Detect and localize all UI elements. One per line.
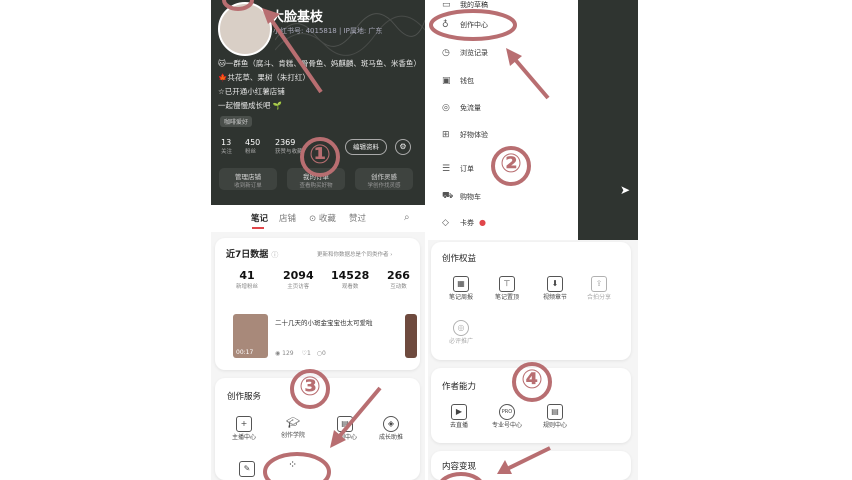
profile-tag: 咖啡爱好	[220, 116, 253, 127]
ability-pro-center[interactable]: PRO 专业号中心	[489, 404, 525, 429]
stat-followers[interactable]: 450 粉丝	[245, 138, 260, 155]
tab-notes[interactable]: 笔记	[251, 212, 268, 224]
lock-icon: ⊙	[309, 214, 317, 224]
rights-title: 创作权益	[442, 254, 477, 264]
gear-icon[interactable]: ⚙	[395, 139, 411, 155]
menu-goods-trial[interactable]: ⊞ 好物体验	[442, 130, 488, 146]
live-camera-icon: ▶	[451, 404, 467, 420]
profile-tabs: 笔记 店铺 ⊙ 收藏 赞过 ⌕	[211, 205, 425, 231]
ability-live[interactable]: ▶ 去直播	[441, 404, 477, 429]
search-icon[interactable]: ⌕	[404, 212, 410, 223]
profile-panel: 大脸基枝 小红书号: 4015818 | IP属地: 广东 🐱一群鱼（腐斗、肯糕…	[211, 0, 425, 205]
metric-visitors[interactable]: 2094 主页访客	[283, 269, 314, 290]
data7-title: 近7日数据 ⓘ	[226, 250, 279, 260]
menu-orders[interactable]: ☰ 订单	[442, 164, 474, 180]
more-apps-icon[interactable]: ⁘	[288, 458, 297, 471]
flow-icon: ◎	[442, 103, 450, 113]
profile-name: 大脸基枝	[271, 10, 324, 25]
bio-line: ☆已开通小红薯店铺	[218, 87, 285, 96]
tab-shop[interactable]: 店铺	[279, 212, 296, 224]
stat-likes[interactable]: 2369 获赞与收藏	[275, 138, 303, 155]
manage-shop-button[interactable]: 管理店铺 收到新订单	[219, 168, 277, 190]
clock-icon: ◷	[442, 48, 450, 58]
service-rules[interactable]: ▤ 规则中心	[327, 416, 363, 441]
ability-title: 作者能力	[442, 382, 477, 392]
coupon-icon: ◇	[442, 218, 449, 228]
right-collab-share[interactable]: ⇪ 合拍分享	[581, 276, 617, 301]
my-orders-button[interactable]: 我的订单 查看购买好物	[287, 168, 345, 190]
annotation-number-1: ①	[309, 140, 332, 170]
tab-liked[interactable]: 赞过	[349, 212, 366, 224]
annotation-number-3: ③	[299, 372, 322, 402]
avatar[interactable]	[218, 2, 272, 56]
service-anchor-center[interactable]: + 主播中心	[226, 416, 262, 441]
red-dot: ●	[479, 218, 486, 227]
ability-rules[interactable]: ▤ 规则中心	[537, 404, 573, 429]
mouse-cursor-icon: ➤	[620, 183, 631, 197]
right-video-chapters[interactable]: ⬇ 视频章节	[537, 276, 573, 301]
book-icon: ▤	[337, 416, 353, 432]
wallet-icon: ▭	[442, 0, 451, 10]
annotation-layer	[222, 0, 552, 480]
metric-new-fans[interactable]: 41 新增粉丝	[236, 269, 258, 290]
wallet-icon: ▣	[442, 76, 451, 86]
data7-compare-link[interactable]: 更新和你数据总是个同类作者 ›	[317, 250, 392, 258]
pro-badge-icon: PRO	[499, 404, 515, 420]
note-thumbnail-2[interactable]	[405, 314, 417, 358]
metric-views[interactable]: 14528 观看数	[331, 269, 369, 290]
monetize-title: 内容变现	[442, 462, 477, 472]
menu-drafts[interactable]: ▭ 我的草稿	[442, 0, 488, 16]
right-weekly-report[interactable]: ▦ 笔记周报	[443, 276, 479, 301]
profile-id: 小红书号: 4015818 | IP属地: 广东	[273, 27, 383, 35]
info-icon[interactable]: ⓘ	[271, 251, 278, 259]
target-icon: ◎	[453, 320, 469, 336]
service-growth[interactable]: ◈ 成长助推	[373, 416, 409, 441]
tab-collect[interactable]: ⊙ 收藏	[309, 212, 336, 224]
note-thumbnail[interactable]: 00:17	[233, 314, 268, 358]
video-icon: ⬇	[547, 276, 563, 292]
dim-overlay[interactable]	[578, 0, 638, 240]
service-academy[interactable]: 🎓︎ 创作学院	[275, 416, 311, 439]
data7-card: 近7日数据 ⓘ 更新和你数据总是个同类作者 › 41 新增粉丝 2094 主页访客 …	[215, 238, 420, 370]
person-plus-icon: +	[236, 416, 252, 432]
menu-creator-center[interactable]: ♁ 创作中心	[442, 20, 488, 36]
menu-history[interactable]: ◷ 浏览记录	[442, 48, 488, 64]
annotation-number-4: ④	[521, 365, 544, 395]
pin-icon: ⊤	[499, 276, 515, 292]
report-icon: ▦	[453, 276, 469, 292]
graduation-cap-icon: 🎓︎	[286, 416, 300, 429]
menu-free-data[interactable]: ◎ 免流量	[442, 103, 481, 119]
note-title[interactable]: 二十几天的小斑金宝宝也太可爱啦	[275, 317, 373, 327]
bio-line: 一起慢慢成长吧 🌱	[218, 101, 283, 110]
stat-following[interactable]: 13 关注	[221, 138, 232, 155]
tab-indicator	[252, 227, 264, 229]
menu-cart[interactable]: ⛟ 购物车	[442, 191, 481, 207]
cart-icon: ⛟	[442, 191, 454, 201]
gift-icon: ⊞	[442, 130, 450, 140]
book-icon: ▤	[547, 404, 563, 420]
services-title: 创作服务	[227, 392, 262, 402]
flame-icon: ◈	[383, 416, 399, 432]
edit-profile-button[interactable]: 编辑资料	[345, 139, 387, 155]
bulb-icon: ♁	[442, 20, 449, 30]
order-icon: ☰	[442, 164, 451, 174]
eye-icon: ◉	[275, 350, 281, 357]
annotation-number-2: ②	[500, 149, 523, 179]
right-promote[interactable]: ◎ 必评推广	[443, 320, 479, 345]
share-icon: ⇪	[591, 276, 607, 292]
rights-card: 创作权益 ▦ 笔记周报 ⊤ 笔记置顶 ⬇ 视频章节 ⇪ 合拍分享 ◎ 必评推广	[431, 242, 631, 360]
bio-line: 🐱一群鱼（腐斗、肯糕、骨骨鱼、妈麒麟、斑马鱼、米香鱼）	[218, 59, 421, 68]
creative-inspiration-button[interactable]: 创作灵感 学创作找灵感	[355, 168, 413, 190]
menu-wallet[interactable]: ▣ 钱包	[442, 76, 474, 92]
metric-interactions[interactable]: 266 互动数	[387, 269, 410, 290]
pen-icon[interactable]: ✎	[239, 461, 255, 477]
side-menu: ▭ 我的草稿 ♁ 创作中心 ◷ 浏览记录 ▣ 钱包 ◎ 免流量 ⊞ 好物体验 ☰ 订单 ⛟ 购物…	[428, 0, 578, 238]
note-stats: ◉ 129 ♡1 ○0	[275, 350, 326, 357]
monetize-card: 内容变现	[431, 451, 631, 480]
menu-coupons[interactable]: ◇ 卡券 ●	[442, 218, 486, 234]
bio-line: 🍁共花草、果树（朱打红）	[218, 73, 310, 82]
right-pin-note[interactable]: ⊤ 笔记置顶	[489, 276, 525, 301]
